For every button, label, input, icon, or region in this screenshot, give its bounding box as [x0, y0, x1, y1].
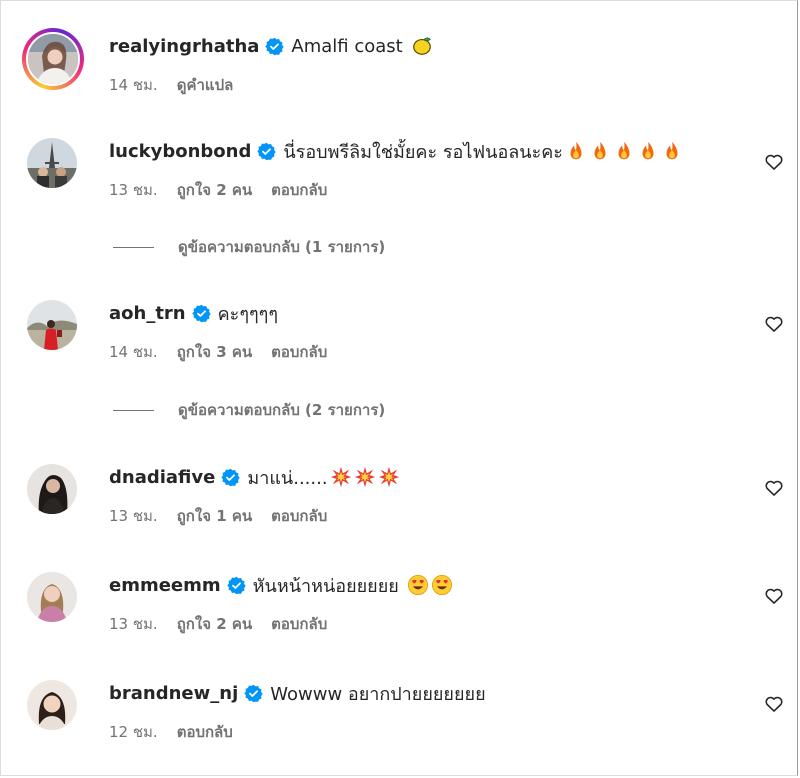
reply-button[interactable]: ตอบกลับ [177, 720, 233, 744]
avatar-story-ring[interactable] [22, 28, 84, 90]
verified-badge-icon [265, 37, 285, 56]
username-link[interactable]: luckybonbond [109, 141, 251, 162]
comment-timestamp: 13 ชม. [109, 615, 158, 633]
verified-badge-icon [244, 684, 263, 703]
comment-text: มาแน่...... [247, 467, 328, 489]
verified-badge-icon [226, 576, 246, 595]
reply-button[interactable]: ตอบกลับ [271, 340, 327, 364]
likes-count-link[interactable]: ถูกใจ 2 คน [177, 612, 252, 636]
like-heart-icon[interactable] [764, 586, 784, 606]
username-link[interactable]: dnadiafive [109, 467, 215, 488]
view-replies-button[interactable]: ดูข้อความตอบกลับ (1 รายการ) [113, 236, 385, 258]
like-heart-icon[interactable] [764, 478, 784, 498]
likes-count-link[interactable]: ถูกใจ 1 คน [177, 504, 252, 528]
comment-item: dnadiafive มาแน่...... 13 ชม. ถูกใจ 1 คน… [0, 464, 800, 544]
verified-badge-icon [191, 304, 211, 323]
fire-emoji [661, 140, 683, 162]
heart-eyes-emoji [407, 574, 429, 596]
view-replies-label: ดูข้อความตอบกลับ (2 รายการ) [178, 401, 386, 419]
comment-timestamp: 13 ชม. [109, 181, 158, 199]
comment-text: นี่รอบพรีลิมใช่มั้ยคะ รอไฟนอลนะคะ [283, 141, 563, 163]
comment-text: หันหน้าหน่อยยยยย [252, 575, 399, 597]
comments-panel [0, 0, 798, 776]
fire-emoji [637, 140, 659, 162]
likes-count-link[interactable]: ถูกใจ 2 คน [177, 178, 252, 202]
username-link[interactable]: aoh_trn [109, 303, 186, 324]
fire-emoji [589, 140, 611, 162]
username-link[interactable]: realyingrhatha [109, 36, 259, 57]
comment-text: คะๆๆๆๆ [217, 303, 279, 325]
view-replies-button[interactable]: ดูข้อความตอบกลับ (2 รายการ) [113, 399, 385, 421]
fire-emoji [565, 140, 587, 162]
avatar [26, 32, 80, 86]
like-heart-icon[interactable] [764, 314, 784, 334]
collision-emoji [354, 466, 376, 488]
verified-badge-icon [257, 142, 277, 161]
username-link[interactable]: emmeemm [109, 575, 221, 596]
see-translation-link[interactable]: ดูคำแปล [177, 73, 234, 97]
comment-timestamp: 13 ชม. [109, 507, 158, 525]
heart-eyes-emoji [431, 574, 453, 596]
collision-emoji [330, 466, 352, 488]
like-heart-icon[interactable] [764, 152, 784, 172]
avatar[interactable] [27, 572, 77, 622]
reply-button[interactable]: ตอบกลับ [271, 504, 327, 528]
reply-button[interactable]: ตอบกลับ [271, 178, 327, 202]
comment-item: luckybonbond นี่รอบพรีลิมใช่มั้ยคะ รอไฟน… [0, 138, 800, 218]
comment-timestamp: 14 ชม. [109, 76, 158, 94]
username-link[interactable]: brandnew_nj [109, 683, 238, 704]
reply-button[interactable]: ตอบกลับ [271, 612, 327, 636]
replies-divider [113, 246, 154, 248]
fire-emoji [613, 140, 635, 162]
avatar[interactable] [27, 138, 77, 188]
comment-timestamp: 14 ชม. [109, 343, 158, 361]
comment-item: realyingrhatha Amalfi coast 14 ชม. ดูคำแ… [0, 28, 800, 113]
comment-text: Amalfi coast [291, 35, 403, 57]
view-replies-label: ดูข้อความตอบกลับ (1 รายการ) [178, 238, 386, 256]
comment-item: aoh_trn คะๆๆๆๆ 14 ชม. ถูกใจ 3 คน ตอบกลับ [0, 300, 800, 380]
comment-timestamp: 12 ชม. [109, 723, 158, 741]
avatar[interactable] [27, 300, 77, 350]
lemon-emoji [411, 35, 433, 57]
like-heart-icon[interactable] [764, 694, 784, 714]
comment-text: Wowww อยากปายยยยยยย [270, 683, 486, 705]
avatar[interactable] [27, 680, 77, 730]
collision-emoji [378, 466, 400, 488]
avatar[interactable] [27, 464, 77, 514]
comment-item: emmeemm หันหน้าหน่อยยยยย 13 ชม. ถูกใจ 2 … [0, 572, 800, 652]
likes-count-link[interactable]: ถูกใจ 3 คน [177, 340, 252, 364]
verified-badge-icon [221, 468, 241, 487]
replies-divider [113, 409, 154, 411]
comment-item: brandnew_nj Wowww อยากปายยยยยยย 12 ชม. ต… [0, 680, 800, 760]
